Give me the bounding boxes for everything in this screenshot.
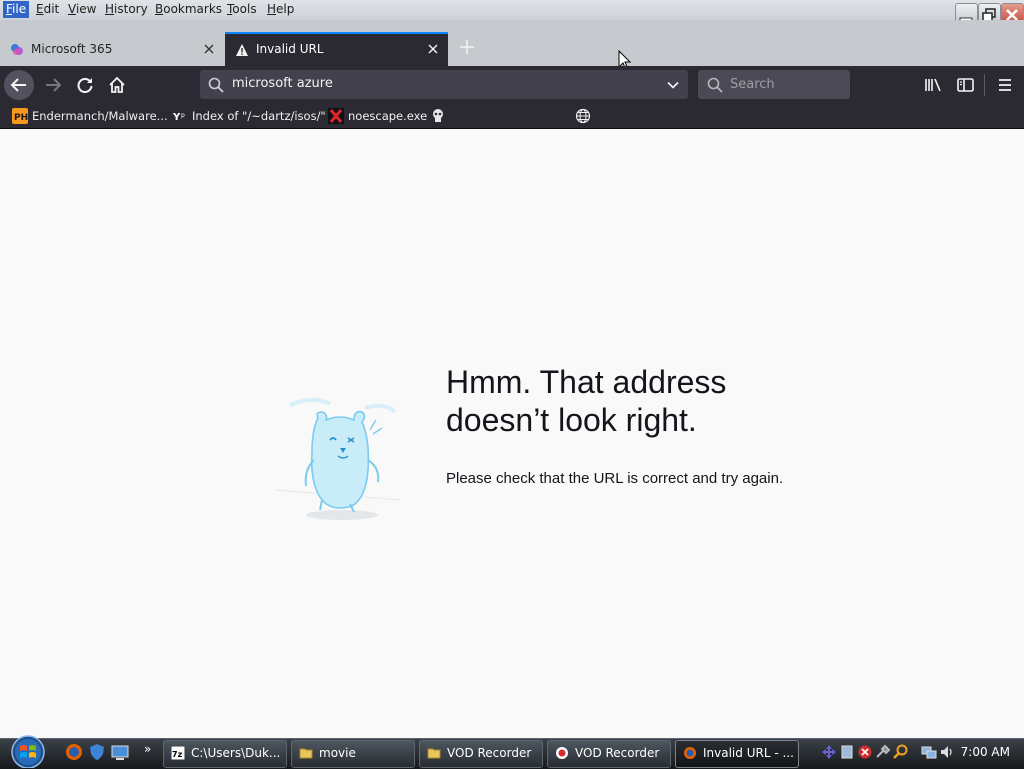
back-button[interactable] bbox=[4, 70, 34, 100]
hamburger-icon bbox=[999, 79, 1011, 91]
error-description: Please check that the URL is correct and… bbox=[446, 470, 784, 487]
menu-button[interactable] bbox=[990, 70, 1020, 100]
bookmark-label: Index of "/~dartz/isos/" bbox=[192, 109, 326, 123]
library-icon bbox=[925, 78, 941, 92]
taskbar-item[interactable]: VOD Recorder bbox=[547, 740, 671, 768]
error-title: Hmm. That address doesn’t look right. bbox=[446, 364, 727, 438]
system-tray: 7:00 AM bbox=[815, 740, 1024, 766]
bookmarks-toolbar: PH Endermanch/Malware... Yp Index of "/~… bbox=[0, 104, 1024, 129]
menu-help[interactable]: Help bbox=[264, 1, 297, 18]
forward-button[interactable] bbox=[38, 70, 68, 100]
taskbar-item[interactable]: movie bbox=[291, 740, 415, 768]
7zip-icon: 7z bbox=[171, 746, 185, 760]
home-icon bbox=[109, 76, 125, 93]
svg-text:p: p bbox=[181, 112, 185, 119]
tab-close-icon[interactable] bbox=[426, 42, 440, 56]
chevron-down-icon[interactable] bbox=[666, 78, 680, 92]
folder-icon bbox=[427, 748, 441, 759]
arrow-left-icon bbox=[10, 78, 26, 92]
menu-view[interactable]: View bbox=[65, 1, 99, 18]
microsoft365-icon bbox=[11, 44, 23, 55]
search-tray-icon[interactable] bbox=[893, 744, 909, 760]
taskbar-label: VOD Recorder bbox=[575, 746, 660, 760]
home-button[interactable] bbox=[102, 70, 132, 100]
taskbar-label: movie bbox=[319, 746, 356, 760]
taskbar-item[interactable]: 7z C:\Users\Duk... bbox=[163, 740, 287, 768]
sidebar-icon bbox=[957, 78, 974, 92]
ycombinator-icon: Yp bbox=[172, 108, 188, 124]
taskbar-label: C:\Users\Duk... bbox=[191, 746, 281, 760]
tools-tray-icon[interactable] bbox=[875, 744, 891, 760]
network-tray-icon[interactable] bbox=[821, 744, 837, 760]
svg-text:7z: 7z bbox=[172, 750, 183, 759]
menu-file[interactable]: File bbox=[3, 1, 30, 18]
error-illustration bbox=[274, 397, 401, 520]
start-button[interactable] bbox=[6, 732, 50, 768]
firefox-quicklaunch-icon[interactable] bbox=[64, 742, 84, 762]
skull-icon bbox=[433, 109, 443, 122]
search-bar[interactable]: Search bbox=[698, 70, 850, 99]
taskbar-item-active[interactable]: Invalid URL - ... bbox=[675, 740, 799, 768]
taskbar-item[interactable]: VOD Recorder bbox=[419, 740, 543, 768]
tab-invalid-url[interactable]: Invalid URL bbox=[225, 32, 448, 68]
svg-text:Y: Y bbox=[172, 112, 181, 123]
reload-button[interactable] bbox=[70, 70, 100, 100]
clock[interactable]: 7:00 AM bbox=[961, 745, 1010, 759]
menu-bookmarks[interactable]: Bookmarks bbox=[152, 1, 225, 18]
url-bar[interactable]: microsoft azure bbox=[200, 70, 688, 99]
new-tab-icon[interactable] bbox=[457, 37, 477, 57]
tab-close-icon[interactable] bbox=[202, 42, 216, 56]
url-input[interactable]: microsoft azure bbox=[232, 76, 333, 91]
network-connection-icon[interactable] bbox=[921, 744, 937, 760]
tab-label: Microsoft 365 bbox=[31, 42, 113, 56]
firefox-icon bbox=[684, 747, 696, 759]
arrow-right-icon bbox=[46, 78, 62, 92]
taskbar-label: Invalid URL - ... bbox=[703, 746, 794, 760]
tab-microsoft-365[interactable]: Microsoft 365 bbox=[0, 34, 224, 66]
search-input[interactable]: Search bbox=[730, 77, 775, 92]
warning-icon bbox=[236, 44, 248, 56]
volume-icon[interactable] bbox=[939, 744, 955, 760]
bookmark-label: noescape.exe bbox=[348, 109, 428, 123]
menu-edit[interactable]: Edit bbox=[33, 1, 62, 18]
menu-tools[interactable]: Tools bbox=[224, 1, 260, 18]
folder-icon bbox=[299, 748, 313, 759]
sidebar-button[interactable] bbox=[950, 70, 980, 100]
search-icon bbox=[208, 77, 224, 93]
menu-bar: File Edit View History Bookmarks Tools H… bbox=[0, 0, 1024, 20]
taskbar-overflow-chevron[interactable]: » bbox=[144, 742, 151, 756]
bookmark-label: Endermanch/Malware... bbox=[32, 109, 168, 123]
device-tray-icon[interactable] bbox=[839, 744, 855, 760]
blocked-tray-icon[interactable] bbox=[857, 744, 873, 760]
menu-history[interactable]: History bbox=[102, 1, 151, 18]
show-desktop-icon[interactable] bbox=[110, 742, 130, 762]
library-button[interactable] bbox=[918, 70, 948, 100]
red-x-icon bbox=[328, 108, 344, 124]
taskbar-label: VOD Recorder bbox=[447, 746, 532, 760]
shield-quicklaunch-icon[interactable] bbox=[87, 742, 107, 762]
search-icon bbox=[707, 77, 723, 93]
record-icon bbox=[556, 747, 568, 759]
globe-icon bbox=[575, 108, 591, 124]
toolbar-separator bbox=[984, 74, 985, 96]
ph-icon: PH bbox=[12, 108, 28, 124]
svg-text:PH: PH bbox=[14, 113, 28, 123]
reload-icon bbox=[77, 78, 93, 93]
tab-label: Invalid URL bbox=[256, 42, 324, 56]
